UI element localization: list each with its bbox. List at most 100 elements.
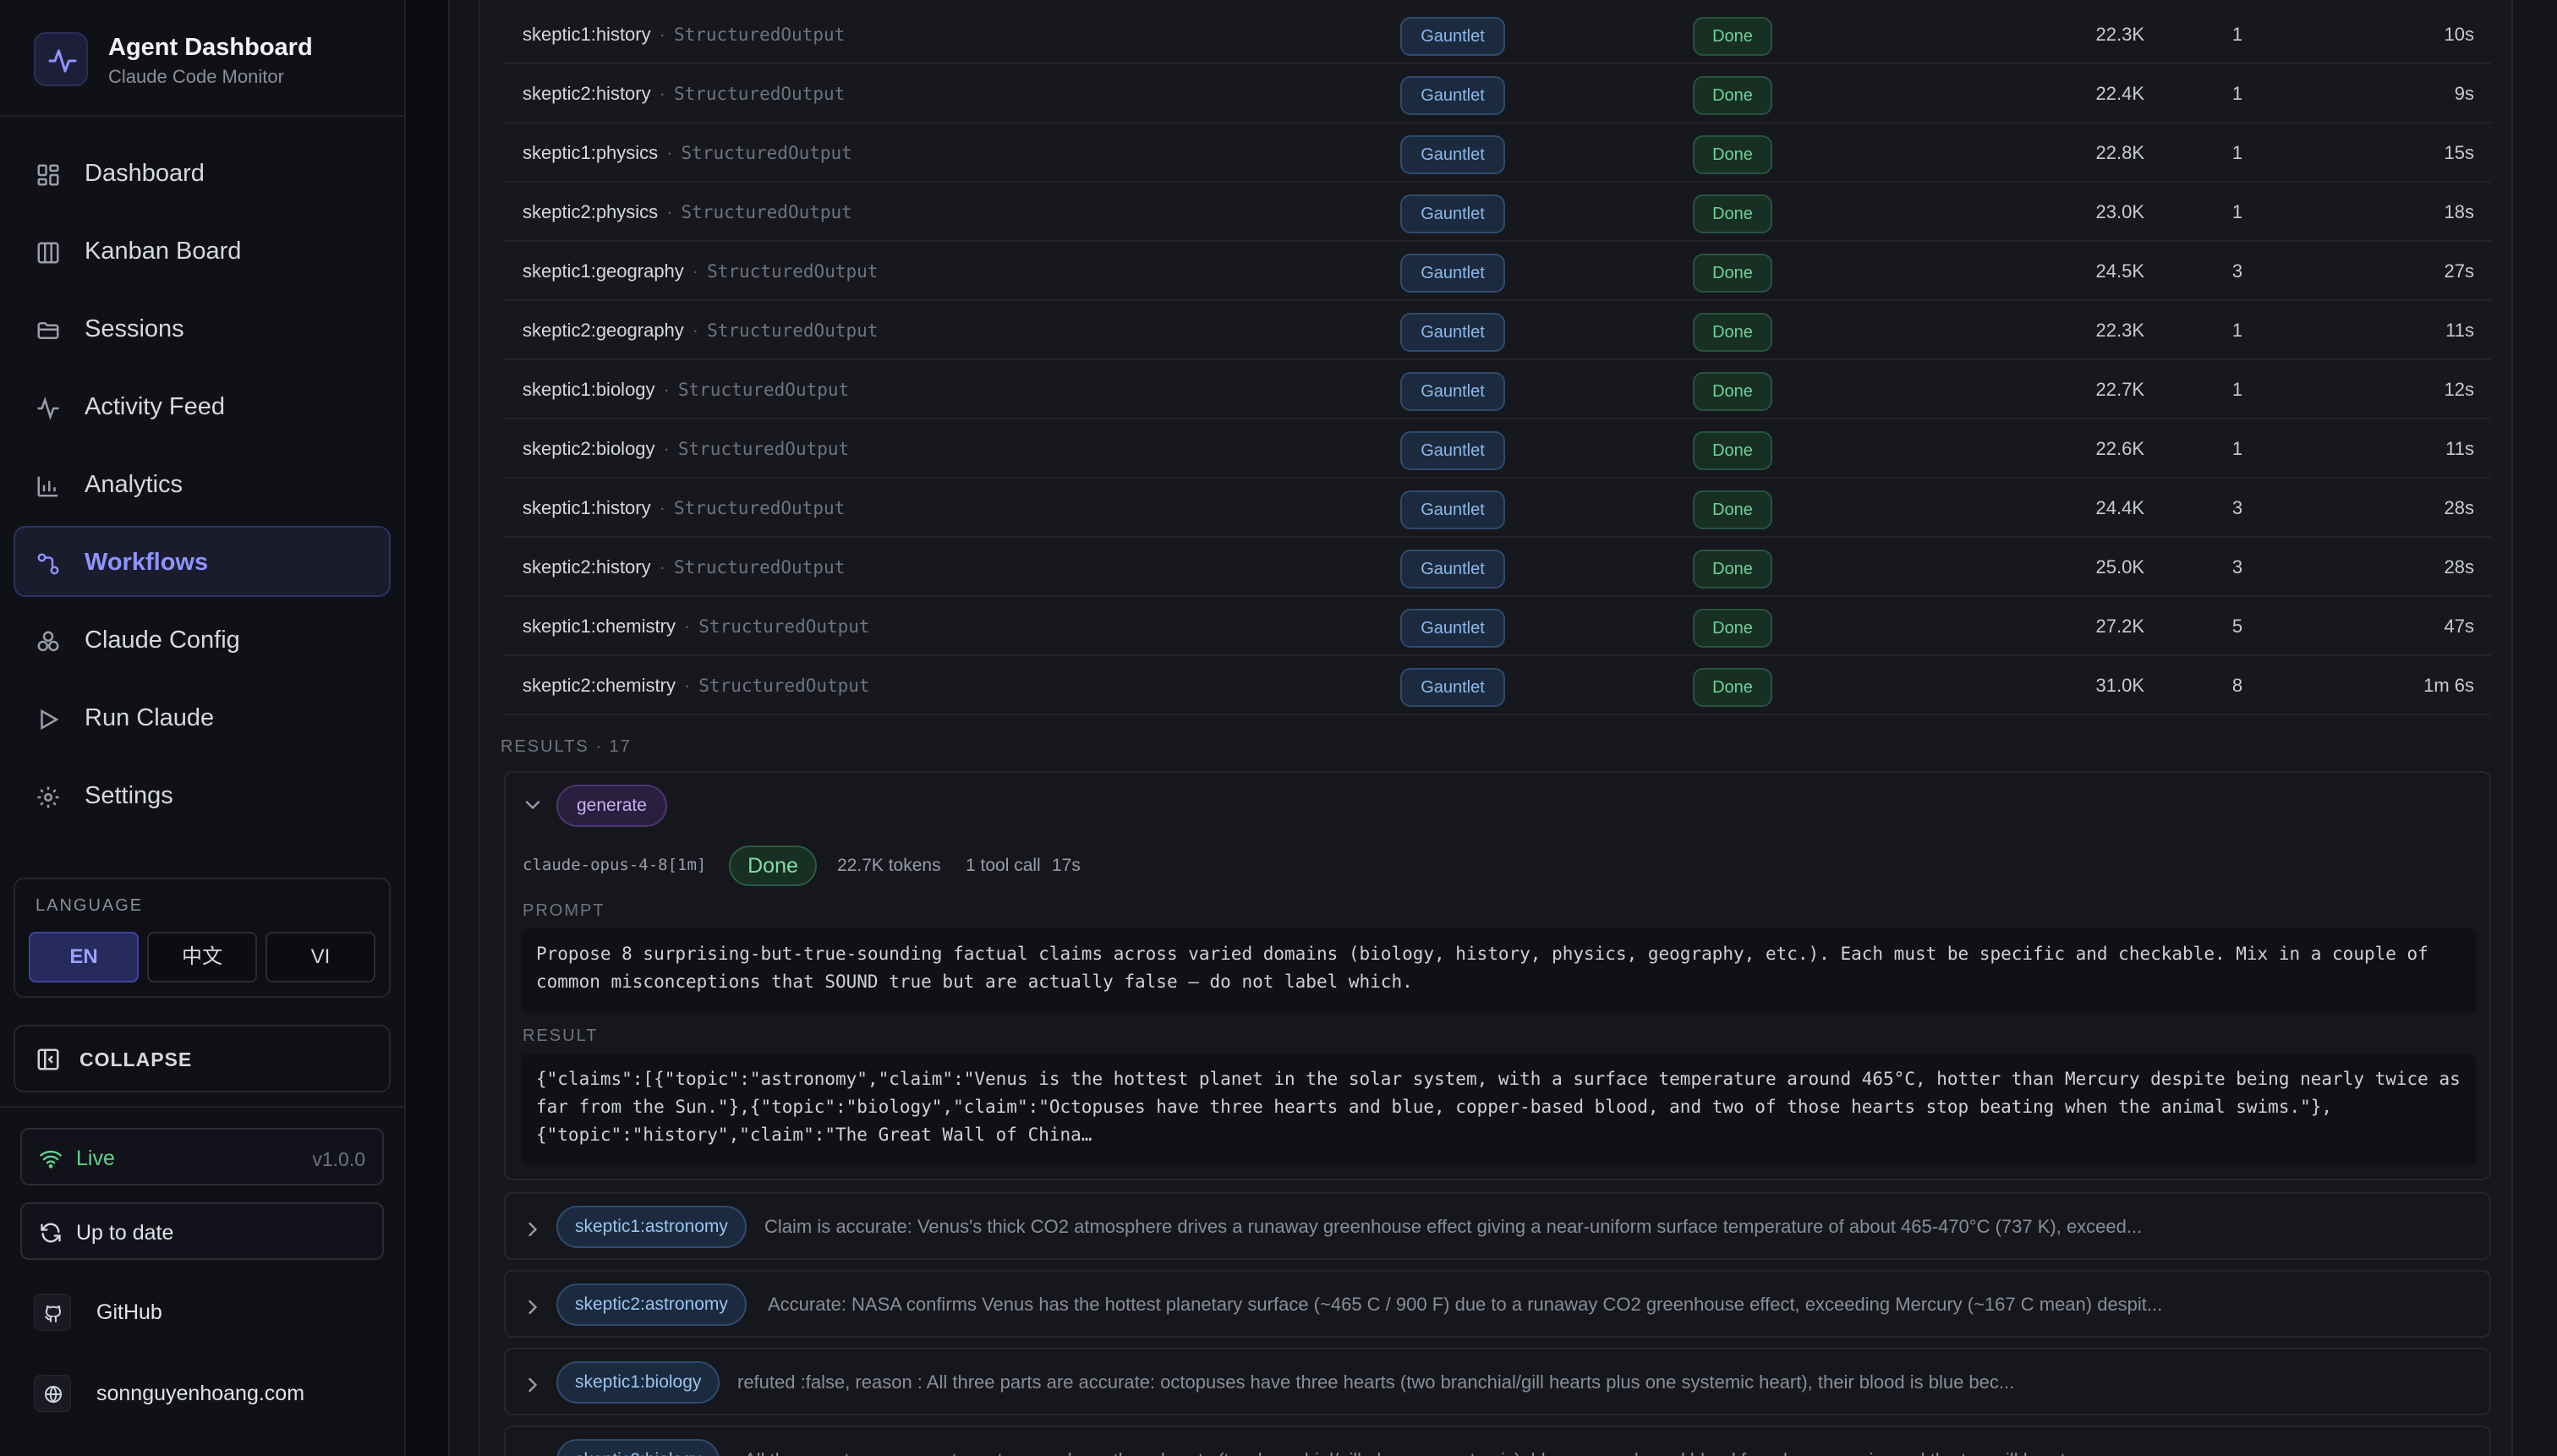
table-row[interactable]: skeptic1:history · StructuredOutput Gauntle… [504,5,2491,64]
duration: 1m 6s [2423,675,2474,696]
lang-button-vi[interactable]: VI [266,932,375,983]
tool-call-count: 1 tool call [966,856,1041,875]
config-icon [37,631,59,652]
separator-dot: · [683,675,691,696]
chevron-right-icon[interactable] [521,1218,545,1241]
divider [0,1106,406,1108]
nav-label: Activity Feed [85,393,225,420]
agent-name: skeptic2:biology · StructuredOutput [523,438,849,460]
chevron-right-icon[interactable] [521,1451,545,1456]
main-content: skeptic1:history · StructuredOutput Gauntle… [448,0,2557,1456]
result-card-generate: generate claude-opus-4-8[1m] Done 22.7K … [504,771,2491,1180]
separator-dot: · [659,497,665,518]
type-badge: Gauntlet [1400,135,1505,174]
agent-name: skeptic1:history · StructuredOutput [523,24,845,46]
token-count: 22.7K tokens [837,856,941,875]
tool-name: StructuredOutput [681,202,852,222]
duration: 11s [2445,320,2474,341]
agent-id: skeptic1:physics [523,142,659,163]
result-row[interactable]: skeptic2:astronomy Accurate: NASA confirm… [504,1270,2491,1338]
token-count: 22.8K [2095,142,2145,163]
separator-dot: · [692,260,699,282]
nav-label: Settings [85,782,173,809]
nav-item-activity-feed[interactable]: Activity Feed [14,370,391,441]
nav-item-claude-config[interactable]: Claude Config [14,604,391,675]
nav-item-run-claude[interactable]: Run Claude [14,681,391,753]
nav-item-settings[interactable]: Settings [14,759,391,830]
agent-id: skeptic1:biology [523,379,655,400]
type-badge: Gauntlet [1400,372,1505,411]
status-badge: Done [1693,668,1772,707]
nav-item-kanban-board[interactable]: Kanban Board [14,215,391,286]
agent-id: skeptic2:geography [523,320,684,341]
tool-name: StructuredOutput [673,557,846,577]
table-row[interactable]: skeptic2:biology · StructuredOutput Gauntle… [504,419,2491,479]
table-row[interactable]: skeptic2:physics · StructuredOutput Gauntle… [504,183,2491,242]
language-title: LANGUAGE [36,896,144,915]
table-row[interactable]: skeptic2:chemistry · StructuredOutput Gaunt… [504,656,2491,715]
table-row[interactable]: skeptic1:history · StructuredOutput Gauntle… [504,479,2491,538]
nav-item-workflows[interactable]: Workflows [14,526,391,597]
sidebar: Agent Dashboard Claude Code Monitor Dash… [0,0,406,1456]
table-row[interactable]: skeptic2:history · StructuredOutput Gauntle… [504,538,2491,597]
status-badge: Done [1693,194,1772,233]
nav-item-sessions[interactable]: Sessions [14,293,391,364]
live-label: Live [76,1147,115,1170]
table-row[interactable]: skeptic1:biology · StructuredOutput Gauntle… [504,360,2491,419]
agent-name: skeptic2:history · StructuredOutput [523,556,845,578]
agent-id: skeptic1:history [523,24,651,45]
status-badge: Done [1693,135,1772,174]
result-row[interactable]: skeptic1:biology refuted :false, reason :… [504,1348,2491,1415]
result-row[interactable]: skeptic2:biology All three parts are accu… [504,1426,2491,1456]
brand[interactable]: Agent Dashboard Claude Code Monitor [34,32,389,87]
folder-icon [37,322,59,339]
nav-item-dashboard[interactable]: Dashboard [14,137,391,208]
type-badge: Gauntlet [1400,668,1505,707]
result-row[interactable]: skeptic1:astronomy Claim is accurate: Ven… [504,1192,2491,1260]
result-summary: refuted :false, reason : All three parts… [737,1371,2015,1393]
call-count: 1 [2231,142,2243,163]
table-row[interactable]: skeptic1:chemistry · StructuredOutput Gaunt… [504,597,2491,656]
agent-id: skeptic2:history [523,83,651,104]
tool-name: StructuredOutput [698,616,870,637]
call-count: 3 [2231,260,2243,282]
table-row[interactable]: skeptic1:geography · StructuredOutput Gaunt… [504,242,2491,301]
type-badge: Gauntlet [1400,431,1505,470]
agent-id: skeptic1:geography [523,260,684,282]
nav-label: Workflows [85,549,209,576]
agent-name: skeptic2:history · StructuredOutput [523,83,845,105]
agent-name: skeptic1:chemistry · StructuredOutput [523,616,870,638]
chevron-down-icon[interactable] [521,793,545,817]
app-root: Agent Dashboard Claude Code Monitor Dash… [0,0,2557,1456]
separator-dot: · [663,379,670,400]
agent-name: skeptic1:history · StructuredOutput [523,497,845,519]
agent-name: skeptic1:geography · StructuredOutput [523,260,878,282]
agent-id: skeptic2:history [523,556,651,577]
chevron-right-icon[interactable] [521,1373,545,1397]
refresh-icon [41,1223,61,1243]
activity-logo-icon [34,32,88,86]
table-row[interactable]: skeptic2:geography · StructuredOutput Gaunt… [504,301,2491,360]
type-badge: Gauntlet [1400,490,1505,529]
collapse-button[interactable]: COLLAPSE [14,1025,391,1092]
status-badge: Done [1693,372,1772,411]
table-row[interactable]: skeptic1:physics · StructuredOutput Gauntle… [504,123,2491,183]
status-badge: Done [1693,431,1772,470]
token-count: 22.6K [2095,438,2145,459]
chevron-right-icon[interactable] [521,1295,545,1319]
update-status-button[interactable]: Up to date [20,1202,384,1260]
separator-dot: · [666,201,673,222]
status-badge: Done [1693,17,1772,56]
tool-name: StructuredOutput [707,320,879,341]
lang-button-en[interactable]: EN [29,932,139,983]
result-summary: All three parts are accurate: octopuses … [744,1449,2090,1456]
type-badge: Gauntlet [1400,609,1505,648]
duration: 47s [2444,616,2474,637]
lang-button-zh[interactable]: 中文 [147,932,257,983]
website-link[interactable]: sonnguyenhoang.com [34,1368,389,1419]
github-link[interactable]: GitHub [34,1287,389,1338]
nav-item-analytics[interactable]: Analytics [14,448,391,519]
agent-name: skeptic2:chemistry · StructuredOutput [523,675,870,697]
table-row[interactable]: skeptic2:history · StructuredOutput Gauntle… [504,64,2491,123]
status-badge: Done [1693,609,1772,648]
